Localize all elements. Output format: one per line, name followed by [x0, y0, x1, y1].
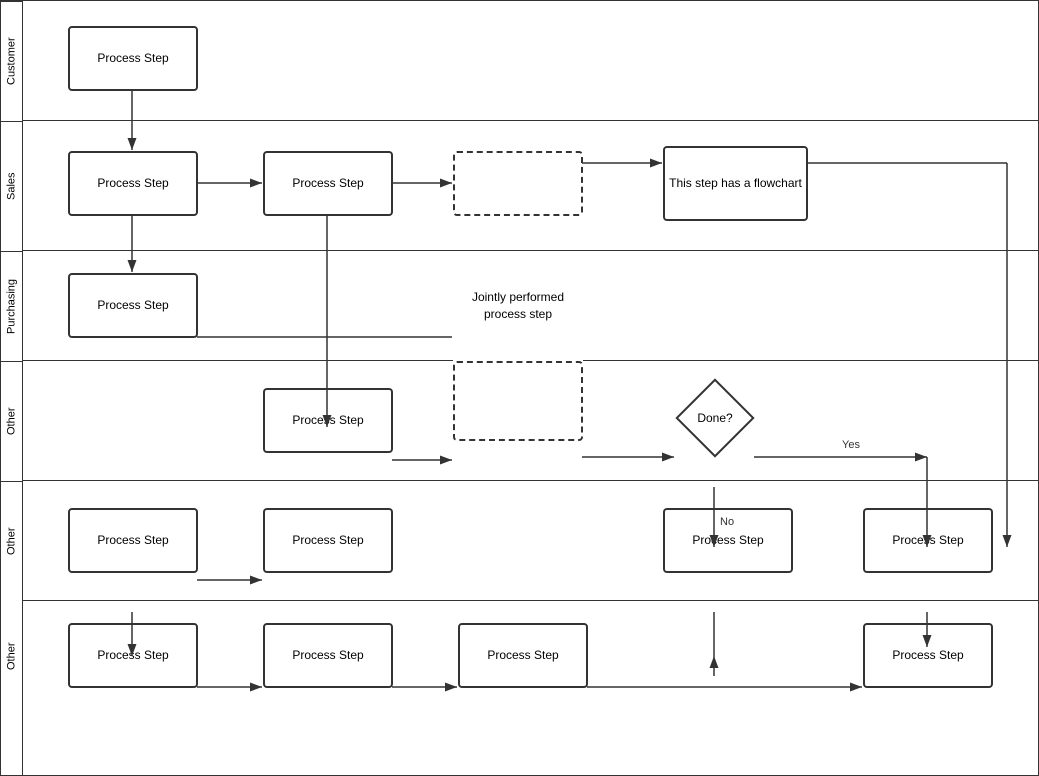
lane-label-sales: Sales — [1, 121, 22, 251]
sales-process-box2: Process Step — [263, 151, 393, 216]
lane-label-other1: Other — [1, 361, 22, 481]
sales-jointly-box — [453, 151, 583, 216]
done-label: Done? — [675, 388, 755, 448]
jointly-label: Jointly performed process step — [453, 251, 583, 361]
other1-jointly-box — [453, 361, 583, 441]
other3-process-box4: Process Step — [863, 623, 993, 688]
lane-label-customer: Customer — [1, 1, 22, 121]
lane-other3: Process Step Process Step Process Step P… — [23, 601, 1038, 711]
other3-process-box1: Process Step — [68, 623, 198, 688]
purchasing-process-box1: Process Step — [68, 273, 198, 338]
other2-process-box2: Process Step — [263, 508, 393, 573]
other3-process-box3: Process Step — [458, 623, 588, 688]
sales-process-box3: This step has a flowchart — [663, 146, 808, 221]
other2-process-box3: Process Step — [663, 508, 793, 573]
lane-labels: Customer Sales Purchasing Other Other Ot… — [1, 1, 23, 775]
other2-process-box4: Process Step — [863, 508, 993, 573]
lane-label-other3: Other — [1, 601, 22, 711]
lane-other1: Process Step Done? — [23, 361, 1038, 481]
lane-label-other2: Other — [1, 481, 22, 601]
lane-other2: Process Step Process Step Process Step P… — [23, 481, 1038, 601]
diagram-container: Customer Sales Purchasing Other Other Ot… — [0, 0, 1039, 776]
sales-process-box1: Process Step — [68, 151, 198, 216]
other1-process-box1: Process Step — [263, 388, 393, 453]
other2-process-box1: Process Step — [68, 508, 198, 573]
done-diamond: Done? — [675, 388, 755, 448]
lane-purchasing: Process Step Jointly performed process s… — [23, 251, 1038, 361]
other3-process-box2: Process Step — [263, 623, 393, 688]
lane-label-purchasing: Purchasing — [1, 251, 22, 361]
lane-customer: Process Step — [23, 1, 1038, 121]
customer-process-box: Process Step — [68, 26, 198, 91]
lanes-area: Process Step Process Step Process Step T… — [23, 1, 1038, 775]
lane-sales: Process Step Process Step This step has … — [23, 121, 1038, 251]
